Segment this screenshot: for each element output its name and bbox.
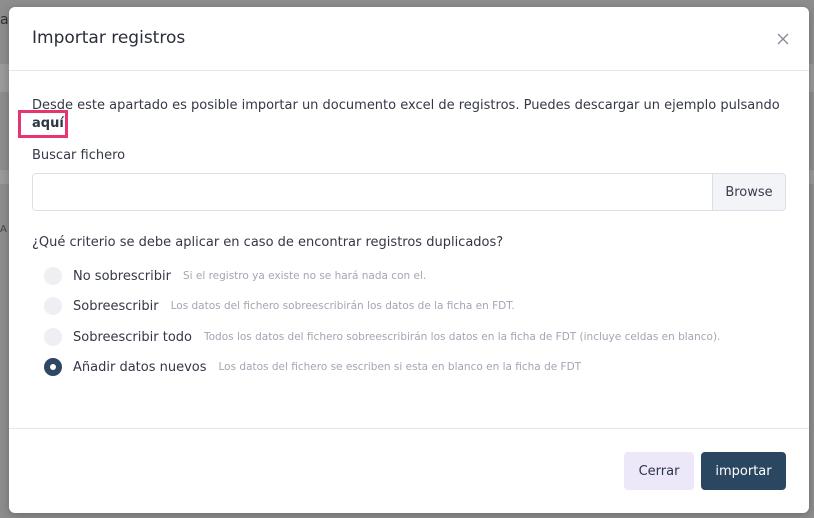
option-label: Añadir datos nuevos (73, 359, 207, 375)
file-label: Buscar fichero (32, 148, 126, 163)
duplicate-criteria-question: ¿Qué criterio se debe aplicar en caso de… (32, 235, 504, 250)
radio-button[interactable] (44, 267, 62, 285)
radio-button[interactable] (44, 358, 62, 376)
option-label: No sobrescribir (73, 268, 171, 284)
close-button[interactable] (771, 27, 795, 51)
download-example-link[interactable]: aquí (18, 110, 68, 138)
import-dialog: Importar registros Desde este apartado e… (9, 7, 809, 513)
option-hint: Los datos del fichero sobreescribirán lo… (170, 300, 515, 312)
option-hint: Todos los datos del fichero sobreescribi… (204, 331, 721, 343)
radio-button[interactable] (44, 328, 62, 346)
dialog-header: Importar registros (9, 7, 809, 71)
option-sobreescribir[interactable]: Sobreescribir Los datos del fichero sobr… (44, 295, 515, 317)
footer-divider (9, 428, 809, 429)
background-text: A (0, 224, 7, 235)
radio-button[interactable] (44, 297, 62, 315)
option-no-sobrescribir[interactable]: No sobrescribir Si el registro ya existe… (44, 265, 426, 287)
import-button[interactable]: importar (701, 452, 786, 490)
option-hint: Los datos del fichero se escriben si est… (218, 361, 582, 373)
option-hint: Si el registro ya existe no se hará nada… (182, 270, 427, 282)
option-label: Sobreescribir todo (73, 329, 192, 345)
screen: a A Importar registros Desde este aparta… (0, 0, 814, 518)
option-sobreescribir-todo[interactable]: Sobreescribir todo Todos los datos del f… (44, 326, 720, 348)
option-anadir-datos-nuevos[interactable]: Añadir datos nuevos Los datos del ficher… (44, 356, 581, 378)
browse-button[interactable]: Browse (712, 174, 785, 210)
dialog-title: Importar registros (32, 28, 186, 48)
background-text: a (0, 12, 9, 28)
option-label: Sobreescribir (73, 298, 159, 314)
close-dialog-button[interactable]: Cerrar (624, 452, 694, 490)
close-icon (777, 33, 789, 45)
description-text: Desde este apartado es posible importar … (32, 98, 780, 113)
file-input[interactable]: Browse (32, 173, 786, 211)
